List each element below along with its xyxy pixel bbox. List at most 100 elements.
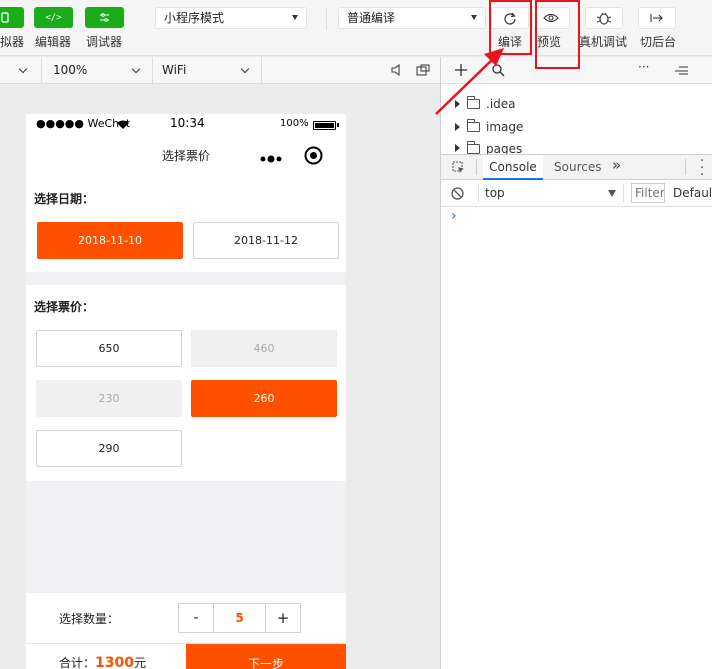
price-option-label: 260 <box>253 392 275 405</box>
compile-select[interactable]: 普通编译 <box>338 7 486 29</box>
quantity-input[interactable]: 5 <box>214 604 266 632</box>
close-capsule-icon[interactable] <box>304 146 323 169</box>
debugger-toggle-button[interactable] <box>85 7 124 28</box>
price-option-disabled: 230 <box>36 380 182 417</box>
divider <box>623 184 624 202</box>
console-filter-bar: top Default <box>441 180 712 207</box>
console-prompt[interactable]: › <box>451 208 457 224</box>
editor-toggle-button[interactable]: </> <box>34 7 73 28</box>
divider <box>261 57 262 83</box>
page-title: 选择票价 <box>161 149 210 163</box>
editor-label: 编辑器 <box>35 35 72 49</box>
tab-console[interactable]: Console <box>483 155 543 180</box>
divider <box>476 159 477 175</box>
battery-tip <box>337 123 339 127</box>
decrease-button[interactable]: - <box>179 604 214 632</box>
simulator-screen: ●●●●● WeChat 10:34 100% 选择票价 选择日期： 2018-… <box>26 114 346 669</box>
phone-icon <box>1 12 9 23</box>
simulator-toggle-button[interactable] <box>0 7 24 28</box>
console-filter-input[interactable] <box>631 183 665 203</box>
date-section-title: 选择日期： <box>34 192 95 206</box>
price-section-title: 选择票价： <box>34 300 95 314</box>
total-unit: 元 <box>133 656 146 669</box>
quantity-label: 选择数量： <box>59 612 120 626</box>
mode-select-value: 小程序模式 <box>164 11 225 25</box>
price-option-selected[interactable]: 260 <box>191 380 337 417</box>
network-select[interactable]: WiFi <box>162 57 260 83</box>
chevron-down-icon <box>18 64 28 74</box>
mode-select[interactable]: 小程序模式 <box>155 7 307 29</box>
chevron-down-icon <box>292 15 298 20</box>
more-tabs-icon[interactable]: » <box>612 156 621 174</box>
context-select[interactable]: top <box>485 180 618 206</box>
devtools-window: 拟器 </> 编辑器 调试器 小程序模式 普通编译 编译 预览 真机调试 切后台… <box>0 0 712 669</box>
chevron-down-icon <box>608 190 616 197</box>
switch-background-label: 切后台 <box>640 35 677 49</box>
compile-select-value: 普通编译 <box>347 11 396 25</box>
date-option-selected[interactable]: 2018-11-10 <box>37 222 183 259</box>
chevron-down-icon <box>131 64 141 74</box>
price-option[interactable]: 290 <box>36 430 182 467</box>
toolbar-divider <box>326 8 327 30</box>
device-select[interactable] <box>0 57 40 83</box>
inspect-element-icon[interactable] <box>452 161 465 174</box>
price-option[interactable]: 650 <box>36 330 182 367</box>
tree-folder-image[interactable]: image <box>455 117 523 137</box>
kebab-menu-icon[interactable]: · · · <box>700 155 704 182</box>
status-bar: ●●●●● WeChat 10:34 100% <box>26 114 346 136</box>
detach-window-icon[interactable] <box>416 64 430 76</box>
divider <box>152 57 153 83</box>
debug-settings-icon <box>100 13 109 22</box>
clear-console-icon[interactable] <box>451 187 464 200</box>
code-icon: </> <box>45 12 62 23</box>
total-amount: 1300 <box>95 655 134 669</box>
date-option-label: 2018-11-12 <box>234 234 298 247</box>
more-icon[interactable]: ··· <box>638 60 649 74</box>
increase-button[interactable]: + <box>266 604 300 632</box>
total-prefix: 合计： <box>59 656 96 669</box>
zoom-value: 100% <box>53 63 88 77</box>
tab-sources-label: Sources <box>554 160 602 174</box>
switch-background-icon <box>650 14 663 22</box>
caret-right-icon <box>455 144 460 152</box>
tab-console-label: Console <box>489 160 537 174</box>
date-section: 选择日期： 2018-11-10 2018-11-12 <box>26 176 346 272</box>
log-levels-select[interactable]: Default <box>673 180 712 206</box>
simulator-options-bar: 100% WiFi <box>0 57 440 84</box>
next-step-button[interactable]: 下一步 <box>186 644 346 669</box>
debugger-label: 调试器 <box>86 35 123 49</box>
price-option-disabled: 460 <box>191 330 337 367</box>
date-option[interactable]: 2018-11-12 <box>193 222 339 259</box>
price-option-label: 460 <box>253 342 275 355</box>
caret-right-icon <box>455 123 460 131</box>
remote-debug-button[interactable] <box>585 7 623 29</box>
battery-percent: 100% <box>280 118 309 129</box>
price-section: 选择票价： 650 460 230 260 290 <box>26 285 346 481</box>
price-option-label: 650 <box>98 342 120 355</box>
speaker-icon[interactable] <box>390 64 402 76</box>
divider <box>41 57 42 83</box>
divider <box>685 159 686 175</box>
remote-debug-label: 真机调试 <box>579 35 628 49</box>
tree-folder-label: pages <box>486 142 523 154</box>
simulator-label: 拟器 <box>0 35 25 49</box>
menu-dots-icon[interactable] <box>260 149 282 168</box>
chevron-down-icon <box>471 15 477 20</box>
zoom-select[interactable]: 100% <box>53 57 151 83</box>
quantity-stepper: - 5 + <box>178 603 301 633</box>
context-select-value: top <box>485 186 505 200</box>
annotation-box-preview <box>535 0 580 69</box>
collapse-all-icon[interactable] <box>675 65 688 75</box>
folder-icon <box>467 141 480 154</box>
date-option-label: 2018-11-10 <box>78 234 142 247</box>
folder-icon <box>467 119 480 132</box>
devtools-tabbar: Console Sources » · · · <box>441 154 712 182</box>
annotation-arrow-icon <box>435 48 504 115</box>
total-text: 合计：1300元 <box>59 654 146 669</box>
tree-folder-pages[interactable]: pages <box>455 140 522 154</box>
wifi-icon <box>117 120 129 129</box>
clock: 10:34 <box>170 116 205 130</box>
checkout-bar: 合计：1300元 下一步 <box>26 643 346 669</box>
tab-sources[interactable]: Sources <box>554 155 601 180</box>
switch-background-button[interactable] <box>638 7 676 29</box>
